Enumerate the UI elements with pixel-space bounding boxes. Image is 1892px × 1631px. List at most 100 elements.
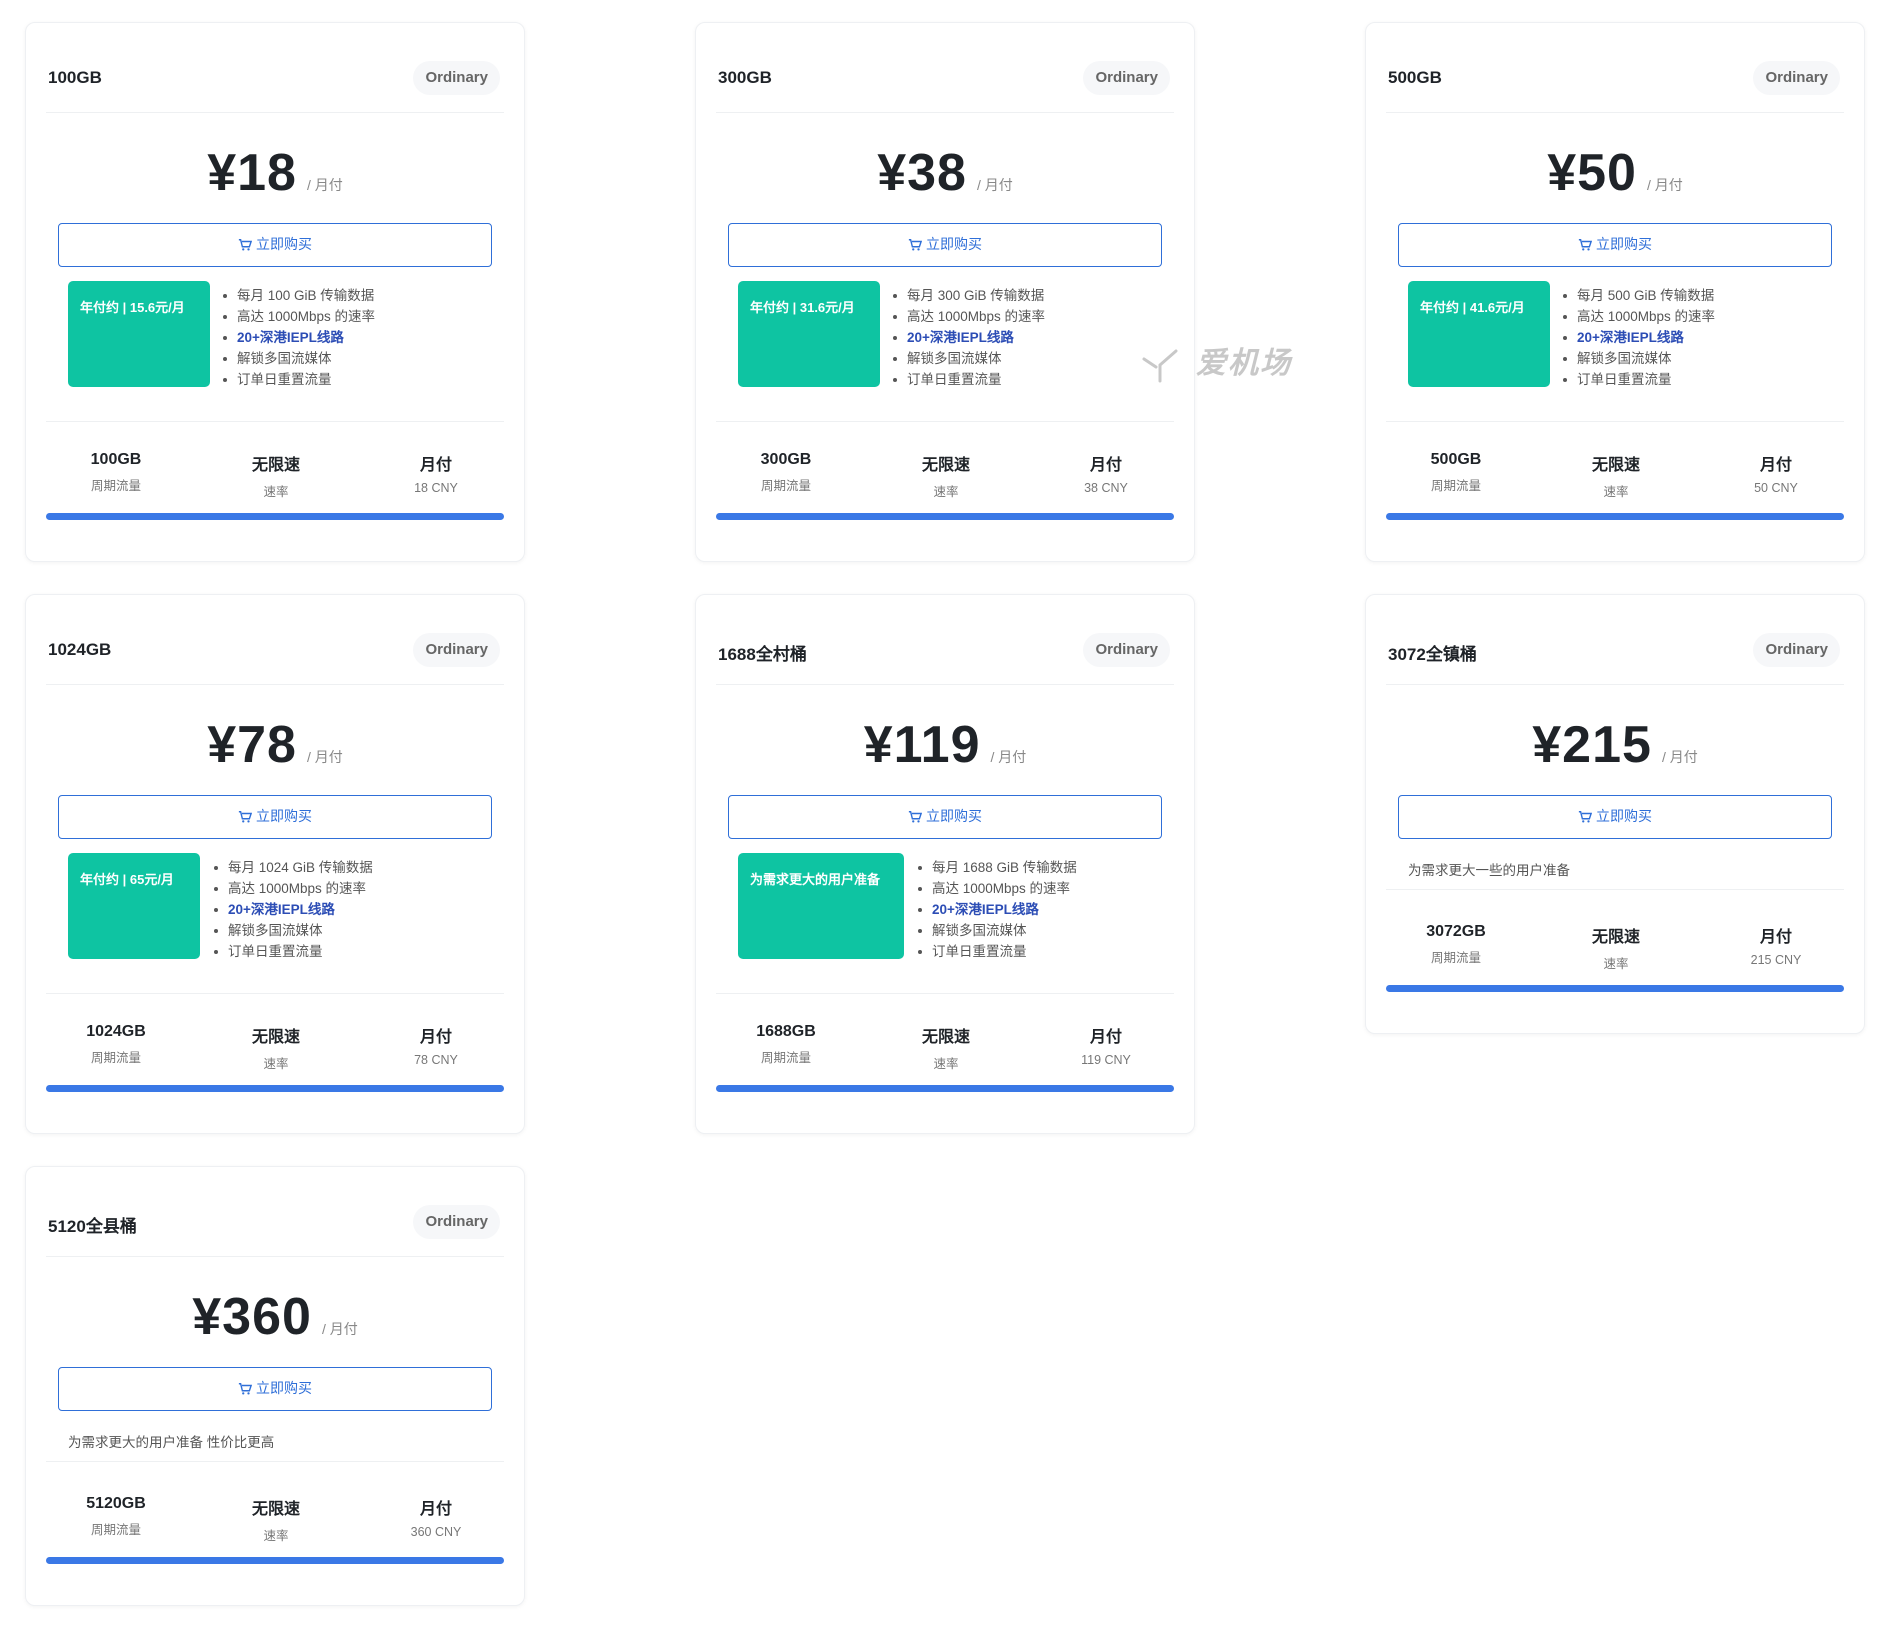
- feature-list: 每月 100 GiB 传输数据 高达 1000Mbps 的速率 20+深港IEP…: [221, 285, 375, 390]
- cart-icon: [1578, 239, 1592, 251]
- plan-stats: 500GB 周期流量 无限速 速率 月付 50 CNY: [1386, 451, 1844, 501]
- plan-stats: 3072GB 周期流量 无限速 速率 月付 215 CNY: [1386, 923, 1844, 973]
- stat-label: 周期流量: [1430, 479, 1481, 493]
- stat-value: 月付: [419, 1029, 452, 1046]
- stat-label: 速率: [263, 485, 289, 499]
- stat-label: 速率: [263, 1529, 289, 1543]
- feature-item: 高达 1000Mbps 的速率: [1561, 306, 1715, 327]
- stat-value: 无限速: [251, 1501, 300, 1518]
- stat-value: 1688GB: [756, 1023, 816, 1040]
- feature-item: 高达 1000Mbps 的速率: [212, 878, 373, 899]
- buy-now-button[interactable]: 立即购买: [728, 795, 1162, 839]
- feature-item: 解锁多国流媒体: [916, 920, 1077, 941]
- price-row: ¥360 / 月付: [26, 1287, 524, 1347]
- plan-price: ¥215: [1532, 716, 1652, 774]
- feature-item: 解锁多国流媒体: [1561, 348, 1715, 369]
- feature-item: 订单日重置流量: [1561, 369, 1715, 390]
- stat-label: 周期流量: [90, 1051, 141, 1065]
- plan-price: ¥360: [192, 1288, 312, 1346]
- plan-price: ¥50: [1547, 144, 1637, 202]
- feature-item: 高达 1000Mbps 的速率: [221, 306, 375, 327]
- divider: [716, 421, 1174, 422]
- plan-period: / 月付: [1661, 749, 1698, 765]
- stat-value: 无限速: [921, 457, 970, 474]
- stat-billing: 月付 50 CNY: [1696, 451, 1856, 495]
- buy-now-button[interactable]: 立即购买: [58, 1367, 492, 1411]
- divider: [46, 1461, 504, 1462]
- buy-now-label: 立即购买: [926, 236, 982, 252]
- plan-card-1688: 1688全村桶 Ordinary ¥119 / 月付 立即购买 为需求更大的用户准…: [695, 594, 1195, 1134]
- stat-traffic: 300GB 周期流量: [706, 451, 866, 494]
- stat-value: 月付: [419, 457, 452, 474]
- plan-description: 为需求更大一些的用户准备: [1408, 863, 1570, 878]
- plan-card-5120: 5120全县桶 Ordinary ¥360 / 月付 立即购买 为需求更大的用户准…: [25, 1166, 525, 1606]
- cart-icon: [238, 1383, 252, 1395]
- stat-label: 215 CNY: [1750, 953, 1802, 967]
- stat-value: 300GB: [760, 451, 812, 468]
- progress-bar: [46, 1085, 504, 1092]
- watermark-text: 爱机场: [1196, 347, 1292, 380]
- buy-now-label: 立即购买: [1596, 236, 1652, 252]
- divider: [1386, 421, 1844, 422]
- feature-item: 每月 1688 GiB 传输数据: [916, 857, 1077, 878]
- stat-value: 无限速: [251, 457, 300, 474]
- cart-icon: [238, 811, 252, 823]
- buy-now-button[interactable]: 立即购买: [1398, 795, 1832, 839]
- annual-promo-badge: 年付约 | 41.6元/月: [1408, 281, 1550, 387]
- plan-period: / 月付: [1646, 177, 1683, 193]
- plan-badge: Ordinary: [413, 61, 500, 95]
- progress-bar: [1386, 985, 1844, 992]
- stat-label: 周期流量: [760, 1051, 811, 1065]
- stat-value: 无限速: [251, 1029, 300, 1046]
- plan-title: 5120全县桶: [48, 1217, 137, 1236]
- progress-bar: [46, 1557, 504, 1564]
- stat-billing: 月付 38 CNY: [1026, 451, 1186, 495]
- feature-item: 20+深港IEPL线路: [891, 327, 1045, 348]
- progress-bar: [716, 1085, 1174, 1092]
- stat-traffic: 3072GB 周期流量: [1376, 923, 1536, 966]
- feature-item: 解锁多国流媒体: [221, 348, 375, 369]
- price-row: ¥78 / 月付: [26, 715, 524, 775]
- feature-item: 20+深港IEPL线路: [916, 899, 1077, 920]
- price-row: ¥215 / 月付: [1366, 715, 1864, 775]
- divider: [716, 993, 1174, 994]
- cart-icon: [238, 239, 252, 251]
- feature-list: 每月 500 GiB 传输数据 高达 1000Mbps 的速率 20+深港IEP…: [1561, 285, 1715, 390]
- plan-title: 1024GB: [48, 640, 112, 659]
- feature-item: 每月 100 GiB 传输数据: [221, 285, 375, 306]
- buy-now-label: 立即购买: [256, 1380, 312, 1396]
- stat-speed: 无限速 速率: [1536, 451, 1696, 500]
- feature-item: 20+深港IEPL线路: [1561, 327, 1715, 348]
- price-row: ¥50 / 月付: [1366, 143, 1864, 203]
- plan-badge: Ordinary: [1083, 633, 1170, 667]
- progress-bar: [1386, 513, 1844, 520]
- plan-price: ¥78: [207, 716, 297, 774]
- stat-value: 月付: [1759, 929, 1792, 946]
- plan-stats: 5120GB 周期流量 无限速 速率 月付 360 CNY: [46, 1495, 504, 1545]
- buy-now-button[interactable]: 立即购买: [58, 223, 492, 267]
- annual-promo-badge: 年付约 | 15.6元/月: [68, 281, 210, 387]
- buy-now-button[interactable]: 立即购买: [1398, 223, 1832, 267]
- stat-speed: 无限速 速率: [866, 451, 1026, 500]
- stat-label: 360 CNY: [410, 1525, 462, 1539]
- stat-billing: 月付 18 CNY: [356, 451, 516, 495]
- feature-item: 订单日重置流量: [916, 941, 1077, 962]
- plan-title: 100GB: [48, 68, 102, 87]
- stat-label: 周期流量: [760, 479, 811, 493]
- divider: [46, 421, 504, 422]
- stat-traffic: 1688GB 周期流量: [706, 1023, 866, 1066]
- plan-description: 为需求更大的用户准备 性价比更高: [68, 1435, 275, 1450]
- buy-now-button[interactable]: 立即购买: [728, 223, 1162, 267]
- stat-speed: 无限速 速率: [196, 1023, 356, 1072]
- buy-now-button[interactable]: 立即购买: [58, 795, 492, 839]
- plan-period: / 月付: [321, 1321, 358, 1337]
- stat-value: 月付: [1089, 457, 1122, 474]
- plan-badge: Ordinary: [1083, 61, 1170, 95]
- plan-stats: 300GB 周期流量 无限速 速率 月付 38 CNY: [716, 451, 1174, 501]
- stat-speed: 无限速 速率: [866, 1023, 1026, 1072]
- stat-label: 速率: [933, 1057, 959, 1071]
- plan-price: ¥119: [863, 716, 981, 774]
- plan-stats: 1024GB 周期流量 无限速 速率 月付 78 CNY: [46, 1023, 504, 1073]
- stat-label: 速率: [263, 1057, 289, 1071]
- feature-item: 每月 500 GiB 传输数据: [1561, 285, 1715, 306]
